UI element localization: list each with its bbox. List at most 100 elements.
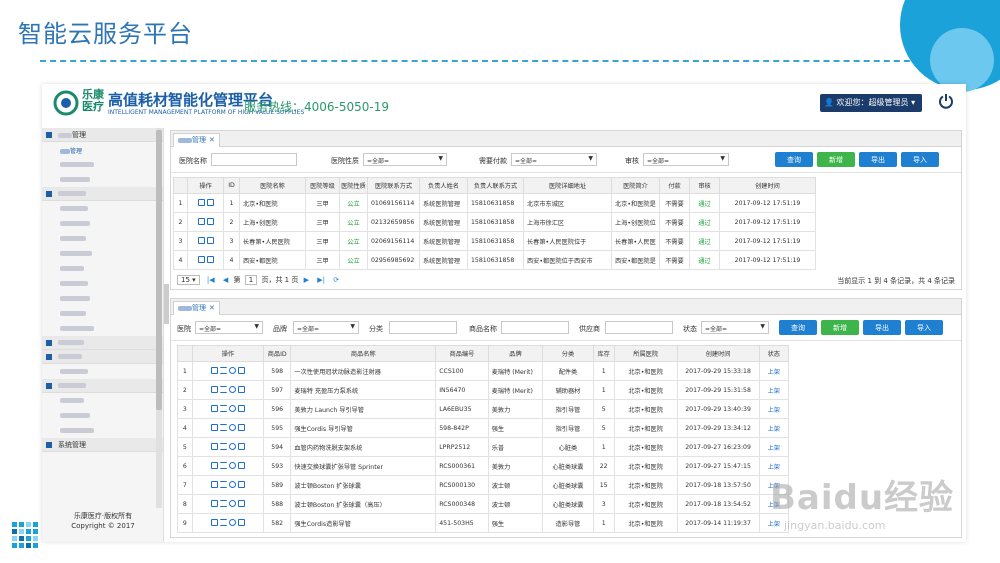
edit-detail-icon[interactable] <box>206 237 214 245</box>
table-row[interactable]: 3 3 长春第•人民医院 三甲 公立 02069156114 系统医院管理 158106318… <box>173 231 816 251</box>
close-icon[interactable]: ✕ <box>209 136 215 144</box>
tab-hospital[interactable]: 管理 ✕ <box>173 133 220 147</box>
table-row[interactable]: 4 595 强生Cordis 导引导管 598-842P 强生 指引导管 5 北京•和医院 20… <box>177 418 790 438</box>
table-row[interactable]: 2 2 上海•创医院 三甲 公立 02132659856 系统医院管理 15810631858… <box>173 212 816 232</box>
edit-detail-icon[interactable] <box>237 462 245 470</box>
sidebar-section-system[interactable]: 系统管理 <box>42 438 163 452</box>
info-icon[interactable] <box>228 386 236 394</box>
edit-detail-icon[interactable] <box>237 481 245 489</box>
brand-select[interactable]: =全部= ▼ <box>293 321 359 334</box>
sidebar-scroll-thumb[interactable] <box>156 130 162 410</box>
edit-icon[interactable] <box>197 218 205 226</box>
edit-detail-icon[interactable] <box>237 405 245 413</box>
edit-icon[interactable] <box>210 462 218 470</box>
hospital-nature-select[interactable]: =全部= ▼ <box>363 153 447 166</box>
edit-detail-icon[interactable] <box>206 218 214 226</box>
sidebar-item[interactable] <box>42 216 163 231</box>
edit-icon[interactable] <box>210 405 218 413</box>
table-row[interactable]: 6 593 快速交换球囊扩张导管 Sprinter RCS000361 美敦力 心脏类球囊… <box>177 456 790 476</box>
list-icon[interactable] <box>219 367 227 375</box>
sidebar-item[interactable] <box>42 291 163 306</box>
sidebar-item[interactable] <box>42 261 163 276</box>
table-row[interactable]: 4 4 西安•都医院 三甲 公立 02956985692 系统医院管理 15810631858… <box>173 250 816 270</box>
sidebar-item[interactable] <box>42 246 163 261</box>
refresh-icon[interactable]: ⟳ <box>333 276 339 284</box>
sidebar-section[interactable] <box>42 187 163 201</box>
table-row[interactable]: 1 1 北京•和医院 三甲 公立 01069156114 系统医院管理 15810631858… <box>173 193 816 213</box>
sidebar-section[interactable] <box>42 336 163 350</box>
info-icon[interactable] <box>228 367 236 375</box>
info-icon[interactable] <box>228 519 236 527</box>
close-icon[interactable]: ✕ <box>209 304 215 312</box>
edit-icon[interactable] <box>210 386 218 394</box>
sidebar-item[interactable] <box>42 364 163 379</box>
first-page-icon[interactable]: |◀ <box>207 276 215 284</box>
list-icon[interactable] <box>219 405 227 413</box>
sidebar-item[interactable] <box>42 172 163 187</box>
sidebar-section[interactable] <box>42 379 163 393</box>
table-row[interactable]: 8 588 波士顿Boston 扩张球囊（高压） RCS000348 波士顿 心脏类球囊 3… <box>177 494 790 514</box>
sidebar-section[interactable] <box>42 350 163 364</box>
info-icon[interactable] <box>228 462 236 470</box>
sidebar-item-active[interactable]: 管理 <box>42 142 163 157</box>
edit-detail-icon[interactable] <box>237 500 245 508</box>
edit-icon[interactable] <box>197 256 205 264</box>
sidebar-item[interactable] <box>42 423 163 438</box>
edit-detail-icon[interactable] <box>237 386 245 394</box>
import-button[interactable]: 导入 <box>901 152 939 167</box>
table-row[interactable]: 1 598 一次性使用冠状动脉造影注射器 CCS100 麦瑞特 (Merit) 配件类 1 北… <box>177 361 790 381</box>
sidebar-item[interactable] <box>42 157 163 172</box>
edit-icon[interactable] <box>210 481 218 489</box>
edit-detail-icon[interactable] <box>237 443 245 451</box>
edit-icon[interactable] <box>210 500 218 508</box>
list-icon[interactable] <box>219 443 227 451</box>
tab-product[interactable]: 管理 ✕ <box>173 301 220 315</box>
import-button[interactable]: 导入 <box>905 320 943 335</box>
edit-detail-icon[interactable] <box>206 256 214 264</box>
edit-icon[interactable] <box>197 237 205 245</box>
table-row[interactable]: 9 582 强生Cordis造影导管 451-503H5 强生 造影导管 1 北京•和医院 20… <box>177 513 790 533</box>
list-icon[interactable] <box>219 424 227 432</box>
list-icon[interactable] <box>219 462 227 470</box>
edit-detail-icon[interactable] <box>237 367 245 375</box>
edit-detail-icon[interactable] <box>237 519 245 527</box>
info-icon[interactable] <box>228 424 236 432</box>
hospital-name-input[interactable] <box>211 153 297 166</box>
sidebar-item[interactable] <box>42 276 163 291</box>
splitter-handle[interactable] <box>164 284 169 324</box>
list-icon[interactable] <box>219 519 227 527</box>
list-icon[interactable] <box>219 386 227 394</box>
export-button[interactable]: 导出 <box>859 152 897 167</box>
info-icon[interactable] <box>228 405 236 413</box>
next-page-icon[interactable]: ▶ <box>304 276 309 284</box>
edit-icon[interactable] <box>210 367 218 375</box>
sidebar-item[interactable] <box>42 321 163 336</box>
product-name-input[interactable] <box>501 321 569 334</box>
edit-icon[interactable] <box>210 443 218 451</box>
edit-icon[interactable] <box>197 199 205 207</box>
sidebar-section[interactable]: 管理 <box>42 128 163 142</box>
page-number-input[interactable]: 1 <box>244 275 258 285</box>
table-row[interactable]: 5 594 血管内药物洗脱支架系统 LPRP2512 乐普 心脏类 1 北京•和医院 2017-… <box>177 437 790 457</box>
audit-select[interactable]: =全部= ▼ <box>643 153 729 166</box>
table-row[interactable]: 7 589 波士顿Boston 扩张球囊 RCS000130 波士顿 心脏类球囊 15 北京•… <box>177 475 790 495</box>
sidebar-item[interactable] <box>42 408 163 423</box>
add-button[interactable]: 新增 <box>817 152 855 167</box>
info-icon[interactable] <box>228 443 236 451</box>
table-row[interactable]: 3 596 美敦力 Launch 导引导管 LA6EBU35 美敦力 指引导管 5 北京•和医… <box>177 399 790 419</box>
last-page-icon[interactable]: ▶| <box>317 276 325 284</box>
info-icon[interactable] <box>228 500 236 508</box>
sidebar-item[interactable] <box>42 306 163 321</box>
hospital-select[interactable]: =全部= ▼ <box>195 321 263 334</box>
sidebar-item[interactable] <box>42 231 163 246</box>
page-size-select[interactable]: 15 ▾ <box>177 275 200 285</box>
edit-detail-icon[interactable] <box>237 424 245 432</box>
user-menu[interactable]: 👤 欢迎您：超级管理员 ▾ <box>820 94 922 112</box>
edit-detail-icon[interactable] <box>206 199 214 207</box>
query-button[interactable]: 查询 <box>779 320 817 335</box>
need-pay-select[interactable]: =全部= ▼ <box>511 153 597 166</box>
edit-icon[interactable] <box>210 424 218 432</box>
prev-page-icon[interactable]: ◀ <box>223 276 228 284</box>
status-select[interactable]: =全部= ▼ <box>701 321 769 334</box>
edit-icon[interactable] <box>210 519 218 527</box>
